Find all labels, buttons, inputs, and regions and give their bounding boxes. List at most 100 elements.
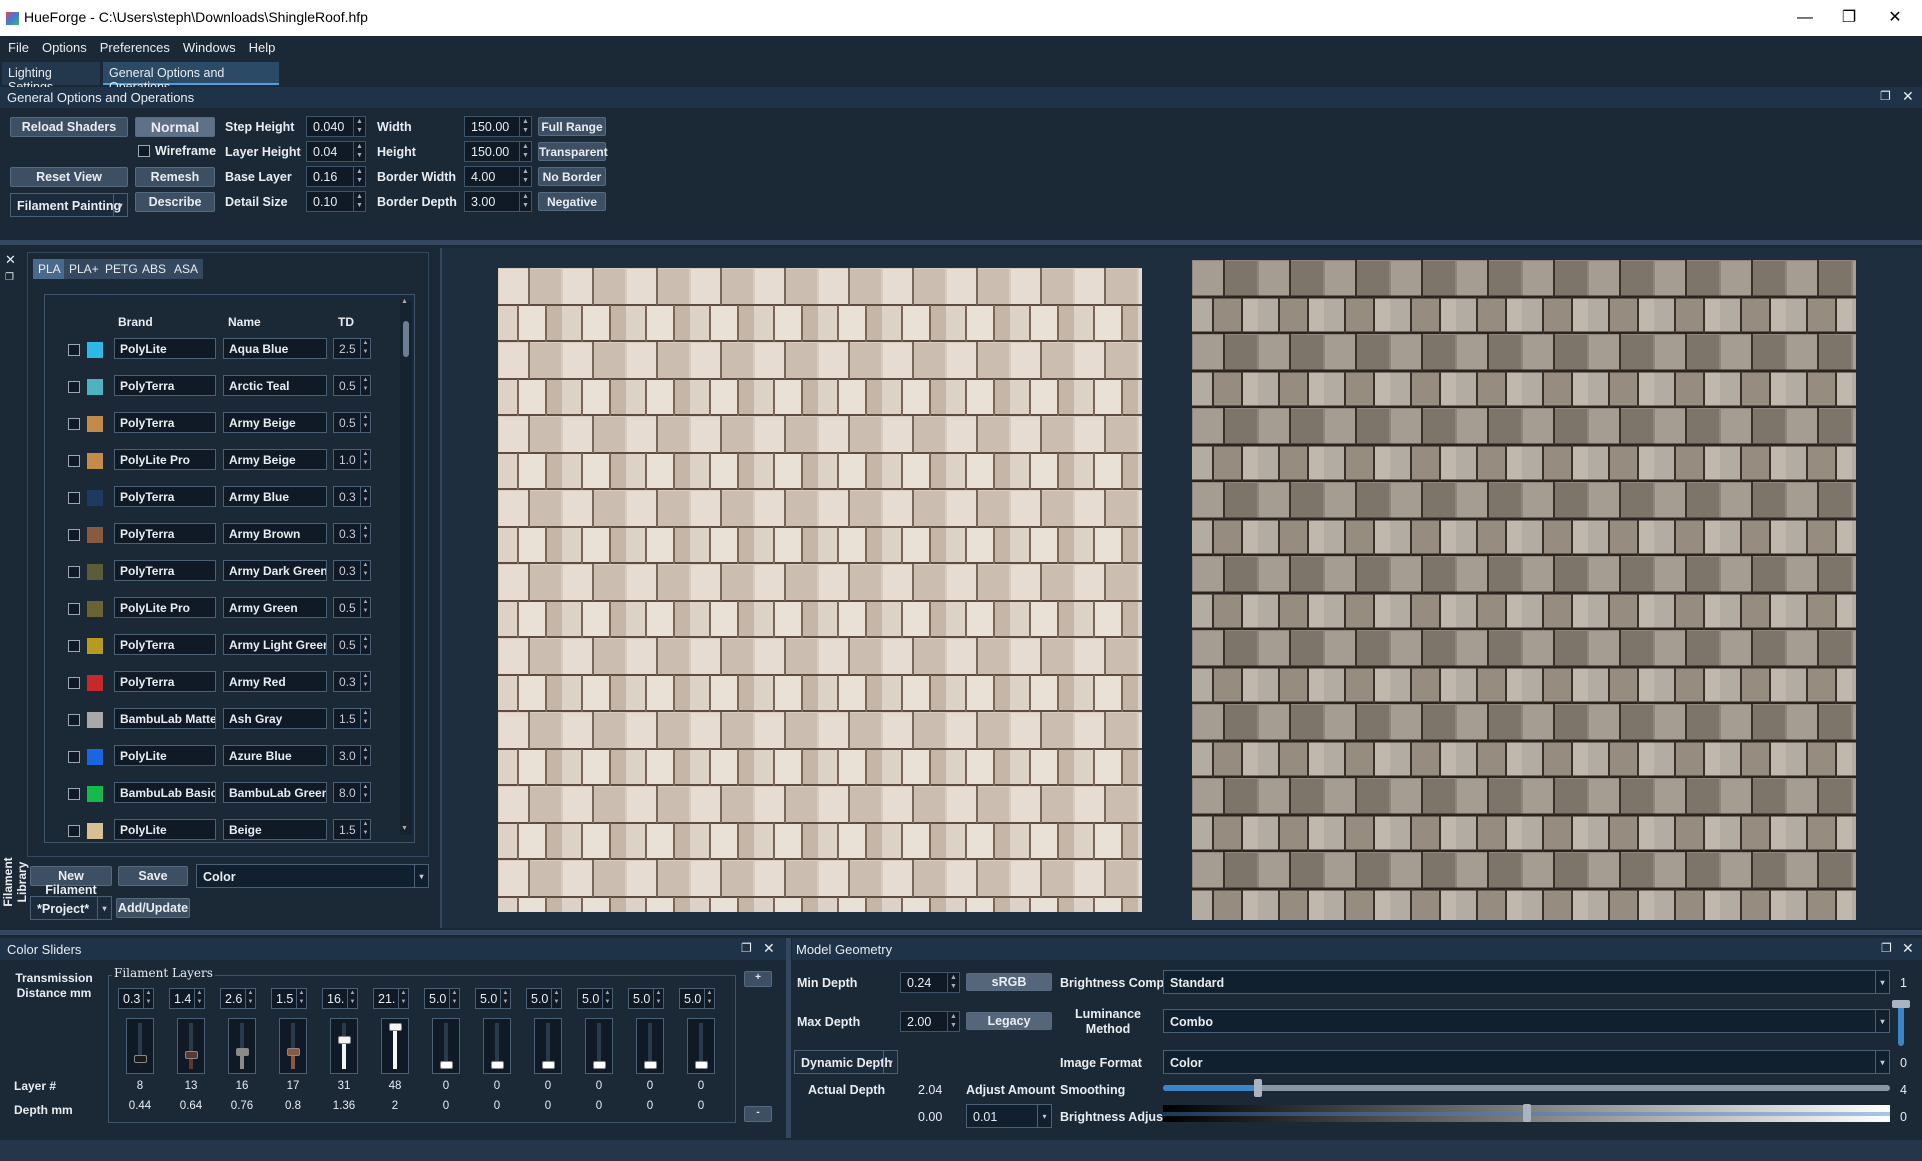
max-depth-label: Max Depth <box>797 1015 861 1029</box>
slider-thumb[interactable] <box>236 1048 249 1057</box>
right-value-1: 1 <box>1900 976 1907 990</box>
source-image[interactable] <box>1192 260 1856 920</box>
td-input[interactable]: 21. ▲ ▼ <box>373 988 409 1009</box>
spin-arrows-icon[interactable]: ▲ ▼ <box>398 989 408 1008</box>
float-icon[interactable]: ❐ <box>1881 941 1892 955</box>
slider-thumb[interactable] <box>185 1050 198 1059</box>
layer-slider[interactable] <box>687 1018 715 1074</box>
luminance-method-select[interactable]: Combo ▾ <box>1163 1009 1890 1033</box>
td-input[interactable]: 5.0 ▲ ▼ <box>679 988 715 1009</box>
layer-slider[interactable] <box>381 1018 409 1074</box>
layer-slider[interactable] <box>534 1018 562 1074</box>
dynamic-depth-select[interactable]: Dynamic Depth ▾ <box>794 1050 898 1074</box>
brightness-thumb[interactable] <box>1522 1104 1531 1122</box>
smoothing-thumb[interactable] <box>1253 1079 1262 1097</box>
minimize-button[interactable]: — <box>1782 6 1828 30</box>
smoothing-slider[interactable] <box>1163 1079 1890 1097</box>
adjust-value: 0.00 <box>918 1110 943 1124</box>
close-icon[interactable]: ✕ <box>1902 940 1914 957</box>
model-geometry-title: Model Geometry <box>796 942 893 957</box>
image-format-select[interactable]: Color ▾ <box>1163 1050 1890 1074</box>
layer-slider[interactable] <box>636 1018 664 1074</box>
slider-thumb[interactable] <box>593 1061 606 1069</box>
slider-thumb[interactable] <box>644 1061 657 1069</box>
slider-thumb[interactable] <box>389 1023 402 1031</box>
td-input[interactable]: 5.0 ▲ ▼ <box>628 988 664 1009</box>
layer-depth: 0 <box>493 1100 501 1112</box>
td-input[interactable]: 1.4 ▲ ▼ <box>169 988 205 1009</box>
chevron-down-icon: ▾ <box>1875 1010 1889 1032</box>
chevron-down-icon: ▾ <box>1037 1105 1051 1127</box>
layer-depth: 0 <box>646 1100 654 1112</box>
dynamic-depth-value: Dynamic Depth <box>801 1056 892 1070</box>
spin-arrows-icon[interactable]: ▲ ▼ <box>194 989 204 1008</box>
srgb-button[interactable]: sRGB <box>966 973 1052 991</box>
slider-thumb[interactable] <box>338 1036 351 1045</box>
restore-button[interactable]: ❐ <box>1826 6 1872 30</box>
td-value: 21. <box>378 992 396 1006</box>
layer-depth: 0.44 <box>128 1100 152 1112</box>
layer-number: 17 <box>286 1080 300 1092</box>
layer-slider[interactable] <box>126 1018 154 1074</box>
td-value: 5.0 <box>684 992 702 1006</box>
close-window-button[interactable]: ✕ <box>1872 6 1918 30</box>
close-icon[interactable]: ✕ <box>1902 88 1914 105</box>
td-value: 16. <box>327 992 345 1006</box>
layer-slider[interactable] <box>483 1018 511 1074</box>
td-input[interactable]: 16. ▲ ▼ <box>322 988 358 1009</box>
slider-thumb[interactable] <box>542 1061 555 1069</box>
layer-number: 0 <box>544 1080 552 1092</box>
right-value-3: 4 <box>1900 1083 1907 1097</box>
layer-number: 48 <box>388 1080 402 1092</box>
layer-slider[interactable] <box>585 1018 613 1074</box>
spin-arrows-icon[interactable]: ▲ ▼ <box>704 989 714 1008</box>
layer-slider[interactable] <box>228 1018 256 1074</box>
layer-slider[interactable] <box>177 1018 205 1074</box>
slider-thumb[interactable] <box>134 1054 147 1063</box>
spin-arrows-icon[interactable]: ▲ ▼ <box>947 1012 959 1031</box>
layer-slider[interactable] <box>432 1018 460 1074</box>
td-input[interactable]: 5.0 ▲ ▼ <box>475 988 511 1009</box>
min-depth-input[interactable]: 0.24 ▲ ▼ <box>900 972 960 993</box>
luminance-method-value: Combo <box>1170 1015 1214 1029</box>
spin-arrows-icon[interactable]: ▲ ▼ <box>143 989 153 1008</box>
td-value: 2.6 <box>225 992 243 1006</box>
slider-thumb[interactable] <box>695 1061 708 1069</box>
slider-thumb[interactable] <box>287 1047 300 1056</box>
td-input[interactable]: 0.3 ▲ ▼ <box>118 988 154 1009</box>
float-icon[interactable]: ❐ <box>1880 89 1891 103</box>
spin-arrows-icon[interactable]: ▲ ▼ <box>602 989 612 1008</box>
td-input[interactable]: 5.0 ▲ ▼ <box>577 988 613 1009</box>
brightness-adjust-slider[interactable] <box>1163 1104 1890 1122</box>
spin-arrows-icon[interactable]: ▲ ▼ <box>296 989 306 1008</box>
luminance-vertical-slider[interactable] <box>1892 1000 1910 1046</box>
td-value: 5.0 <box>633 992 651 1006</box>
td-input[interactable]: 1.5 ▲ ▼ <box>271 988 307 1009</box>
brightness-comp-label: Brightness Comp <box>1060 976 1165 990</box>
spin-arrows-icon[interactable]: ▲ ▼ <box>653 989 663 1008</box>
spin-arrows-icon[interactable]: ▲ ▼ <box>449 989 459 1008</box>
actual-depth-value: 2.04 <box>918 1083 943 1097</box>
slider-thumb[interactable] <box>440 1061 453 1069</box>
spin-arrows-icon[interactable]: ▲ ▼ <box>500 989 510 1008</box>
right-value-2: 0 <box>1900 1056 1907 1070</box>
layer-slider[interactable] <box>279 1018 307 1074</box>
td-input[interactable]: 2.6 ▲ ▼ <box>220 988 256 1009</box>
td-input[interactable]: 5.0 ▲ ▼ <box>424 988 460 1009</box>
brightness-comp-select[interactable]: Standard ▾ <box>1163 970 1890 994</box>
slider-thumb[interactable] <box>491 1061 504 1069</box>
layer-slider[interactable] <box>330 1018 358 1074</box>
spin-arrows-icon[interactable]: ▲ ▼ <box>551 989 561 1008</box>
layer-number: 13 <box>184 1080 198 1092</box>
spin-arrows-icon[interactable]: ▲ ▼ <box>947 973 959 992</box>
spin-arrows-icon[interactable]: ▲ ▼ <box>347 989 357 1008</box>
legacy-button[interactable]: Legacy <box>966 1012 1052 1030</box>
td-input[interactable]: 5.0 ▲ ▼ <box>526 988 562 1009</box>
max-depth-input[interactable]: 2.00 ▲ ▼ <box>900 1011 960 1032</box>
splitter[interactable] <box>786 938 791 1138</box>
right-value-4: 0 <box>1900 1110 1907 1124</box>
spin-arrows-icon[interactable]: ▲ ▼ <box>245 989 255 1008</box>
luminance-thumb[interactable] <box>1892 1000 1910 1008</box>
td-value: 0.3 <box>123 992 141 1006</box>
adjust-amount-select[interactable]: 0.01 ▾ <box>966 1104 1052 1128</box>
